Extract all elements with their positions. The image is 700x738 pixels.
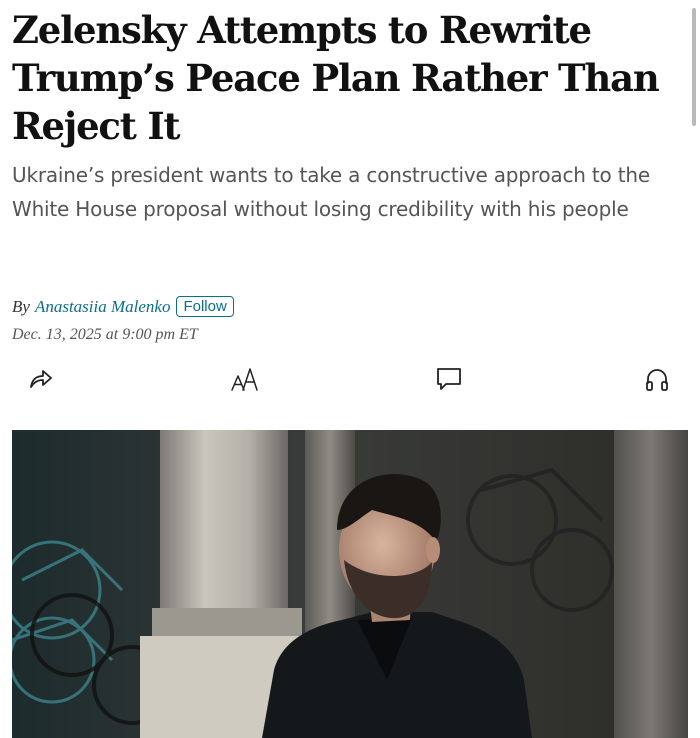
- comments-button[interactable]: [432, 362, 466, 396]
- author-link[interactable]: Anastasiia Malenko: [35, 297, 171, 317]
- share-arrow-icon: [28, 367, 54, 391]
- text-size-icon: [230, 365, 260, 393]
- comment-bubble-icon: [435, 366, 463, 392]
- headline: Zelensky Attempts to Rewrite Trump’s Pea…: [12, 8, 660, 148]
- article: Zelensky Attempts to Rewrite Trump’s Pea…: [12, 0, 688, 738]
- byline-prefix: By: [12, 296, 30, 316]
- listen-button[interactable]: [640, 362, 674, 396]
- publish-date: Dec. 13, 2025 at 9:00 pm ET: [12, 326, 198, 343]
- share-button[interactable]: [24, 362, 58, 396]
- text-size-button[interactable]: [228, 362, 262, 396]
- article-photo: [12, 430, 688, 738]
- scrollbar[interactable]: [692, 8, 696, 126]
- article-toolbar: [12, 362, 688, 396]
- photo-illustration: [12, 430, 688, 738]
- byline: By Anastasiia Malenko Follow: [12, 296, 234, 317]
- article-dek: Ukraine’s president wants to take a cons…: [12, 163, 650, 221]
- follow-button[interactable]: Follow: [176, 296, 234, 317]
- headphones-icon: [644, 366, 670, 392]
